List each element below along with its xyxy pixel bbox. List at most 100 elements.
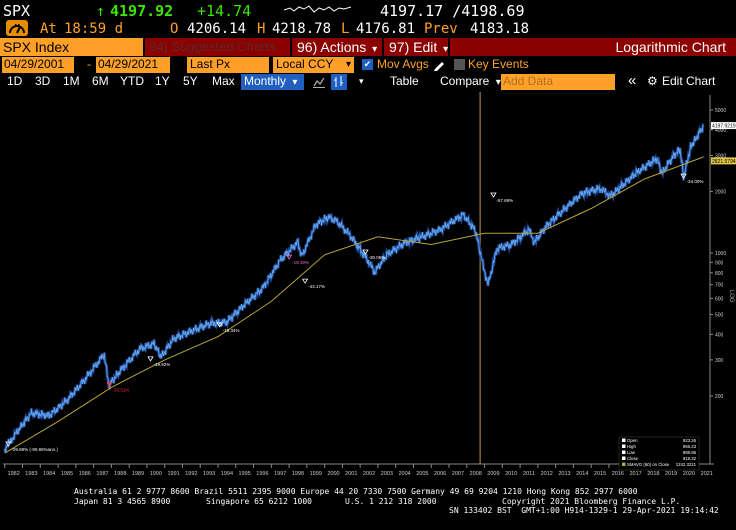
x-tick-label: 1991 [167, 471, 179, 477]
legend-swatch [622, 462, 626, 466]
edit-chart-button[interactable]: Edit Chart [662, 74, 715, 89]
settings-icon[interactable]: ⚙ [647, 74, 658, 89]
drawdown-label: -19.19% [292, 260, 309, 265]
end-date-field[interactable]: 04/29/2021 [96, 57, 170, 73]
drawdown-label: -19.34% [223, 328, 240, 333]
x-tick-label: 1987 [96, 471, 108, 477]
moving-average-series [4, 156, 704, 454]
currency-label: Local CCY [276, 57, 334, 71]
x-tick-label: 2020 [683, 471, 695, 477]
currency-select[interactable]: Local CCY ▾ [273, 57, 354, 73]
y-tick-label: 900 [715, 260, 724, 266]
x-tick-label: 2007 [452, 471, 464, 477]
price-chart[interactable]: 2003004005006007008009001000200030004000… [0, 90, 736, 484]
mov-avgs-checkbox[interactable]: ✔ [362, 59, 373, 70]
chevron-down-icon: ▾ [292, 77, 298, 88]
period-button-1y[interactable]: 1Y [155, 74, 170, 89]
legend-swatch [622, 450, 626, 454]
line-chart-icon[interactable] [313, 76, 325, 88]
chart-type-title: Logarithmic Chart [450, 38, 736, 56]
legend-swatch [622, 456, 626, 460]
x-tick-label: 1989 [132, 471, 144, 477]
up-arrow-icon: ↑ [96, 2, 106, 20]
x-tick-label: 2012 [541, 471, 553, 477]
y-tick-label: 2000 [715, 189, 726, 195]
x-tick-label: 2011 [523, 471, 535, 477]
key-events-checkbox[interactable] [454, 59, 465, 70]
y-axis-label: LOG [728, 290, 734, 303]
frequency-label: Monthly [244, 74, 287, 88]
footer-contacts-us: U.S. 1 212 318 2000 [345, 496, 437, 506]
mov-avgs-label[interactable]: Mov Avgs [377, 57, 429, 72]
y-tick-label: 500 [715, 313, 724, 319]
drawdown-annotations: -29.89% (-90.65%ann.) -33.51% -19.92% -19.3… [5, 173, 703, 452]
value-label-text: 4197.9219 [712, 124, 736, 130]
x-tick-label: 2009 [487, 471, 499, 477]
actions-menu[interactable]: 96) Actions ▾ [292, 38, 382, 56]
drawdown-label: -57.69% [496, 198, 513, 203]
x-tick-label: 2005 [416, 471, 428, 477]
params-bar: 04/29/2001 - 04/29/2021 Last Px Local CC… [0, 57, 736, 73]
drawdown-marker [490, 192, 497, 198]
pencil-icon[interactable] [433, 59, 445, 71]
drawdown-marker [301, 278, 309, 284]
high-value: 4218.78 [272, 21, 332, 37]
footer-contacts-japan: Japan 81 3 4565 8900 [74, 496, 171, 506]
x-tick-label: 2000 [327, 471, 339, 477]
x-tick-label: 2015 [594, 471, 606, 477]
period-button-5y[interactable]: 5Y [183, 74, 198, 89]
key-events-label[interactable]: Key Events [468, 57, 529, 72]
field-select[interactable]: Last Px [187, 57, 269, 73]
y-tick-label: 600 [715, 296, 724, 302]
x-tick-label: 2001 [345, 471, 357, 477]
quote-time: 18:59 d [64, 21, 124, 37]
x-tick-label: 1996 [256, 471, 268, 477]
add-data-placeholder: Add Data [503, 74, 554, 88]
x-axis: 1982 1983 1984 1985 1986 1987 1988 1989 1990 1991… [3, 463, 714, 477]
period-button-1m[interactable]: 1M [63, 74, 80, 89]
frequency-select[interactable]: Monthly ▾ [241, 74, 304, 90]
open-label: O [170, 21, 179, 37]
x-tick-label: 1986 [79, 471, 91, 477]
ticker-label: SPX [3, 2, 31, 20]
compare-label: Compare [440, 74, 490, 88]
bar-chart-icon[interactable] [331, 74, 347, 90]
low-value: 4176.81 [356, 21, 416, 37]
at-label: At [40, 21, 57, 37]
edit-menu[interactable]: 97) Edit ▾ [384, 38, 448, 56]
chevron-down-icon: ▾ [372, 44, 378, 55]
compare-menu[interactable]: Compare ▾ [440, 74, 501, 90]
y-tick-label: 1000 [715, 251, 726, 257]
table-button[interactable]: Table [390, 74, 419, 89]
period-button-1d[interactable]: 1D [7, 74, 22, 89]
chevron-down-icon[interactable]: ▾ [359, 74, 364, 89]
price-series [4, 124, 704, 453]
legend-value: 923.26 [683, 438, 697, 443]
chevron-down-icon: ▾ [443, 44, 449, 55]
period-button-6m[interactable]: 6M [92, 74, 109, 89]
add-data-input[interactable]: Add Data [501, 74, 615, 90]
x-tick-label: 2016 [612, 471, 624, 477]
footer: Australia 61 2 9777 8600 Brazil 5511 239… [0, 487, 736, 530]
quote-bar: SPX ↑ 4197.92 +14.74 4197.17 /4198.69 [0, 0, 736, 20]
x-tick-label: 1993 [203, 471, 215, 477]
legend-label: SMAVG (60) on Close [627, 462, 670, 467]
value-labels: 4197.9219 2821.5794 [711, 122, 736, 165]
collapse-icon[interactable]: « [628, 73, 636, 88]
period-button-max[interactable]: Max [212, 74, 235, 89]
legend-value: 1242.3221 [676, 462, 697, 467]
suggested-charts-button[interactable]: 94) Suggested Charts [145, 38, 290, 56]
drawdown-marker [147, 356, 154, 362]
x-tick-label: 1997 [274, 471, 286, 477]
security-field[interactable]: SPX Index [0, 38, 143, 56]
legend-value: 956.23 [683, 444, 697, 449]
footer-copyright: Copyright 2021 Bloomberg Finance L.P. [502, 496, 681, 506]
period-button-ytd[interactable]: YTD [120, 74, 144, 89]
chevron-down-icon: ▾ [495, 77, 501, 88]
x-tick-label: 2003 [381, 471, 393, 477]
x-tick-label: 2002 [363, 471, 375, 477]
period-button-3d[interactable]: 3D [35, 74, 50, 89]
x-tick-label: 2019 [665, 471, 677, 477]
start-date-field[interactable]: 04/29/2001 [2, 57, 74, 73]
y-tick-label: 5000 [715, 108, 726, 114]
